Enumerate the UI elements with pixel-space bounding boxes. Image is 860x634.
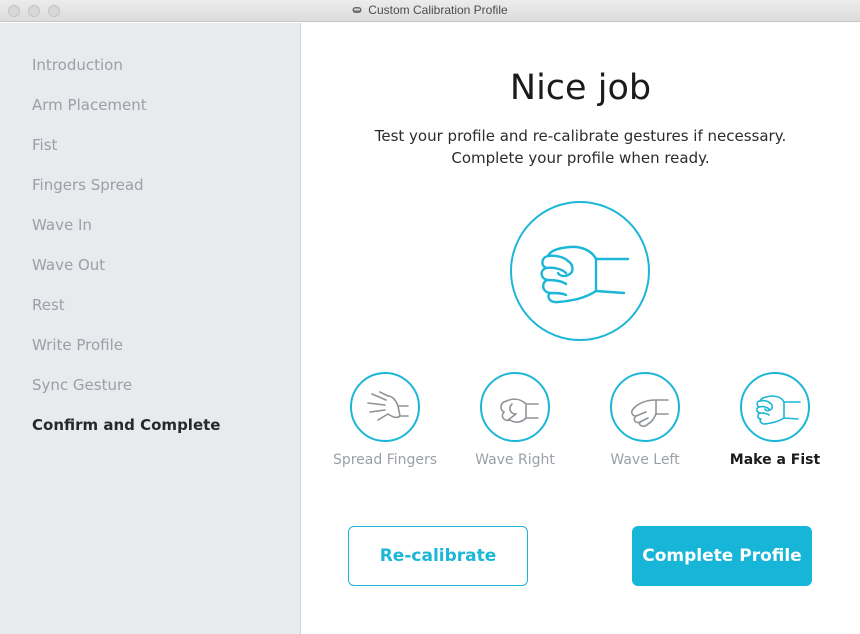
fist-icon xyxy=(756,395,801,425)
sidebar-item-write-profile[interactable]: Write Profile xyxy=(32,336,123,354)
instructions-line-2: Complete your profile when ready. xyxy=(451,149,710,167)
main-panel: Nice job Test your profile and re-calibr… xyxy=(301,23,860,634)
sidebar-item-arm-placement[interactable]: Arm Placement xyxy=(32,96,147,114)
spread-fingers-icon xyxy=(367,391,409,421)
myo-armband-icon xyxy=(352,7,362,13)
sidebar-item-sync-gesture[interactable]: Sync Gesture xyxy=(32,376,132,394)
window-title: Custom Calibration Profile xyxy=(368,3,508,17)
sidebar-item-rest[interactable]: Rest xyxy=(32,296,65,314)
gesture-spread-fingers-button[interactable] xyxy=(350,372,420,442)
recalibrate-button[interactable]: Re-calibrate xyxy=(348,526,528,586)
sidebar-item-wave-out[interactable]: Wave Out xyxy=(32,256,105,274)
wave-right-icon xyxy=(500,398,539,423)
window-title-group: Custom Calibration Profile xyxy=(0,3,860,17)
sidebar-item-fist[interactable]: Fist xyxy=(32,136,57,154)
gesture-label-wave-left: Wave Left xyxy=(610,452,680,468)
gesture-wave-left-button[interactable] xyxy=(610,372,680,442)
gesture-label-wave-right: Wave Right xyxy=(475,452,555,468)
complete-profile-button[interactable]: Complete Profile xyxy=(632,526,812,586)
fist-icon xyxy=(540,245,630,304)
sidebar: Introduction Arm Placement Fist Fingers … xyxy=(0,23,301,634)
sidebar-item-fingers-spread[interactable]: Fingers Spread xyxy=(32,176,144,194)
gesture-wave-right-button[interactable] xyxy=(480,372,550,442)
wave-left-icon xyxy=(631,399,669,427)
sidebar-item-introduction[interactable]: Introduction xyxy=(32,56,123,74)
current-gesture-display xyxy=(510,201,650,341)
gesture-label-spread-fingers: Spread Fingers xyxy=(332,452,438,468)
title-bar: Custom Calibration Profile xyxy=(0,0,860,22)
gesture-make-a-fist-button[interactable] xyxy=(740,372,810,442)
sidebar-item-confirm-and-complete[interactable]: Confirm and Complete xyxy=(32,416,220,434)
app-window: Custom Calibration Profile Introduction … xyxy=(0,0,860,634)
sidebar-item-wave-in[interactable]: Wave In xyxy=(32,216,92,234)
gesture-label-make-a-fist: Make a Fist xyxy=(729,452,821,468)
instructions-line-1: Test your profile and re-calibrate gestu… xyxy=(374,127,787,145)
page-title: Nice job xyxy=(509,68,652,108)
